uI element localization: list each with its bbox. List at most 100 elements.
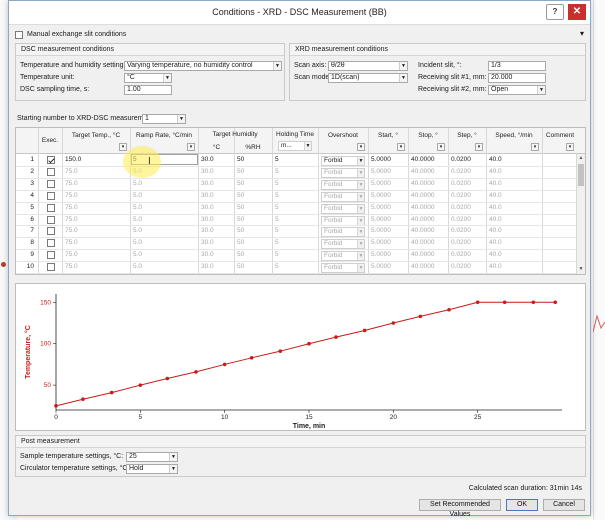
table-scrollbar[interactable]: ▲ ▼ — [576, 154, 585, 274]
cell-step[interactable]: 0.0200 — [451, 203, 471, 213]
cell-stop[interactable]: 40.0000 — [411, 203, 435, 213]
cell-step[interactable]: 0.0200 — [451, 226, 471, 236]
cell-speed[interactable]: 40.0 — [489, 215, 502, 225]
cell-rh[interactable]: 50 — [237, 262, 244, 272]
temp-humidity-select[interactable]: Varying temperature, no humidity control… — [124, 61, 282, 71]
cell-hold[interactable]: 5 — [275, 238, 279, 248]
cell-temp[interactable]: 75.0 — [65, 238, 78, 248]
filter-icon[interactable]: ▾ — [187, 143, 195, 151]
cell-ramp[interactable]: 5.0 — [133, 250, 142, 260]
cell-temp[interactable]: 75.0 — [65, 215, 78, 225]
col-holding-time[interactable]: Holding Time — [274, 131, 316, 138]
manual-exchange-checkbox[interactable] — [15, 31, 23, 39]
cell-hc[interactable]: 30.0 — [201, 167, 214, 177]
starting-number-select[interactable]: 1 ▼ — [142, 114, 186, 124]
cell-hc[interactable]: 30.0 — [201, 250, 214, 260]
cell-speed[interactable]: 40.0 — [489, 226, 502, 236]
cell-start[interactable]: 5.0000 — [371, 226, 391, 236]
cell-hold[interactable]: 5 — [275, 203, 279, 213]
set-recommended-button[interactable]: Set Recommended Values — [419, 499, 501, 518]
cell-start[interactable]: 5.0000 — [371, 238, 391, 248]
col-comment[interactable]: Comment — [544, 132, 576, 139]
cell-temp[interactable]: 75.0 — [65, 203, 78, 213]
cell-hold[interactable]: 5 — [275, 215, 279, 225]
scroll-down-icon[interactable]: ▼ — [577, 265, 585, 274]
cell-start[interactable]: 5.0000 — [371, 250, 391, 260]
col-speed[interactable]: Speed, °/min — [488, 132, 540, 139]
cell-hold[interactable]: 5 — [275, 179, 279, 189]
scan-axis-select[interactable]: θ/2θ ▼ — [328, 61, 408, 71]
cell-rh[interactable]: 50 — [237, 215, 244, 225]
cell-ramp[interactable]: 5.0 — [133, 203, 142, 213]
cell-hc[interactable]: 30.0 — [201, 203, 214, 213]
cancel-button[interactable]: Cancel — [543, 499, 585, 511]
cell-hold[interactable]: 5 — [275, 250, 279, 260]
holding-unit-select[interactable]: m... ▼ — [278, 141, 312, 151]
scrollbar-thumb[interactable] — [578, 164, 584, 186]
cell-hc[interactable]: 30.0 — [201, 262, 214, 272]
cell-stop[interactable]: 40.0000 — [411, 155, 435, 165]
cell-temp[interactable]: 150.0 — [65, 155, 81, 165]
cell-start[interactable]: 5.0000 — [371, 203, 391, 213]
cell-step[interactable]: 0.0200 — [451, 238, 471, 248]
cell-hc[interactable]: 30.0 — [201, 179, 214, 189]
exec-checkbox[interactable] — [47, 167, 55, 176]
col-step[interactable]: Step, ° — [450, 132, 484, 139]
cell-hold[interactable]: 5 — [275, 226, 279, 236]
col-exec[interactable]: Exec. — [40, 137, 60, 144]
overshoot-select[interactable]: Forbid ▼ — [321, 227, 365, 238]
cell-rh[interactable]: 50 — [237, 155, 244, 165]
cell-speed[interactable]: 40.0 — [489, 191, 502, 201]
circulator-temp-select[interactable]: Hold ▼ — [126, 464, 178, 474]
ok-button[interactable]: OK — [506, 499, 538, 511]
cell-hc[interactable]: 30.0 — [201, 191, 214, 201]
cell-step[interactable]: 0.0200 — [451, 250, 471, 260]
cell-start[interactable]: 5.0000 — [371, 167, 391, 177]
cell-stop[interactable]: 40.0000 — [411, 226, 435, 236]
overshoot-select[interactable]: Forbid ▼ — [321, 251, 365, 262]
exec-checkbox[interactable] — [47, 263, 55, 272]
temp-unit-select[interactable]: °C ▼ — [124, 73, 172, 83]
col-start[interactable]: Start, ° — [370, 132, 406, 139]
overshoot-select[interactable]: Forbid ▼ — [321, 156, 365, 166]
cell-stop[interactable]: 40.0000 — [411, 179, 435, 189]
cell-hold[interactable]: 5 — [275, 262, 279, 272]
filter-icon[interactable]: ▾ — [437, 143, 445, 151]
cell-stop[interactable]: 40.0000 — [411, 238, 435, 248]
cell-step[interactable]: 0.0200 — [451, 215, 471, 225]
col-stop[interactable]: Stop, ° — [410, 132, 446, 139]
exec-checkbox[interactable] — [47, 227, 55, 236]
cell-stop[interactable]: 40.0000 — [411, 262, 435, 272]
cell-ramp[interactable]: 5.0 — [133, 262, 142, 272]
cell-step[interactable]: 0.0200 — [451, 155, 471, 165]
col-target-temp[interactable]: Target Temp., °C — [64, 132, 128, 139]
cell-step[interactable]: 0.0200 — [451, 167, 471, 177]
cell-speed[interactable]: 40.0 — [489, 203, 502, 213]
cell-start[interactable]: 5.0000 — [371, 191, 391, 201]
cell-stop[interactable]: 40.0000 — [411, 250, 435, 260]
cell-hold[interactable]: 5 — [275, 155, 279, 165]
cell-speed[interactable]: 40.0 — [489, 179, 502, 189]
cell-rh[interactable]: 50 — [237, 226, 244, 236]
cell-step[interactable]: 0.0200 — [451, 191, 471, 201]
cell-start[interactable]: 5.0000 — [371, 215, 391, 225]
overshoot-select[interactable]: Forbid ▼ — [321, 239, 365, 250]
cell-hold[interactable]: 5 — [275, 167, 279, 177]
exec-checkbox[interactable] — [47, 239, 55, 248]
overshoot-select[interactable]: Forbid ▼ — [321, 203, 365, 214]
cell-temp[interactable]: 75.0 — [65, 262, 78, 272]
incident-slit-input[interactable]: 1/3 — [488, 61, 546, 71]
cell-speed[interactable]: 40.0 — [489, 262, 502, 272]
cell-rh[interactable]: 50 — [237, 179, 244, 189]
col-target-humidity[interactable]: Target Humidity — [199, 131, 271, 138]
cell-ramp[interactable]: 5.0 — [133, 179, 142, 189]
cell-speed[interactable]: 40.0 — [489, 167, 502, 177]
cell-speed[interactable]: 40.0 — [489, 155, 502, 165]
cell-step[interactable]: 0.0200 — [451, 262, 471, 272]
close-button[interactable]: ✕ — [568, 4, 586, 20]
cell-rh[interactable]: 50 — [237, 238, 244, 248]
sample-temp-select[interactable]: 25 ▼ — [126, 452, 178, 462]
cell-hc[interactable]: 30.0 — [201, 226, 214, 236]
col-ramp-rate[interactable]: Ramp Rate, °C/min — [132, 132, 196, 139]
col-overshoot[interactable]: Overshoot — [320, 132, 366, 139]
